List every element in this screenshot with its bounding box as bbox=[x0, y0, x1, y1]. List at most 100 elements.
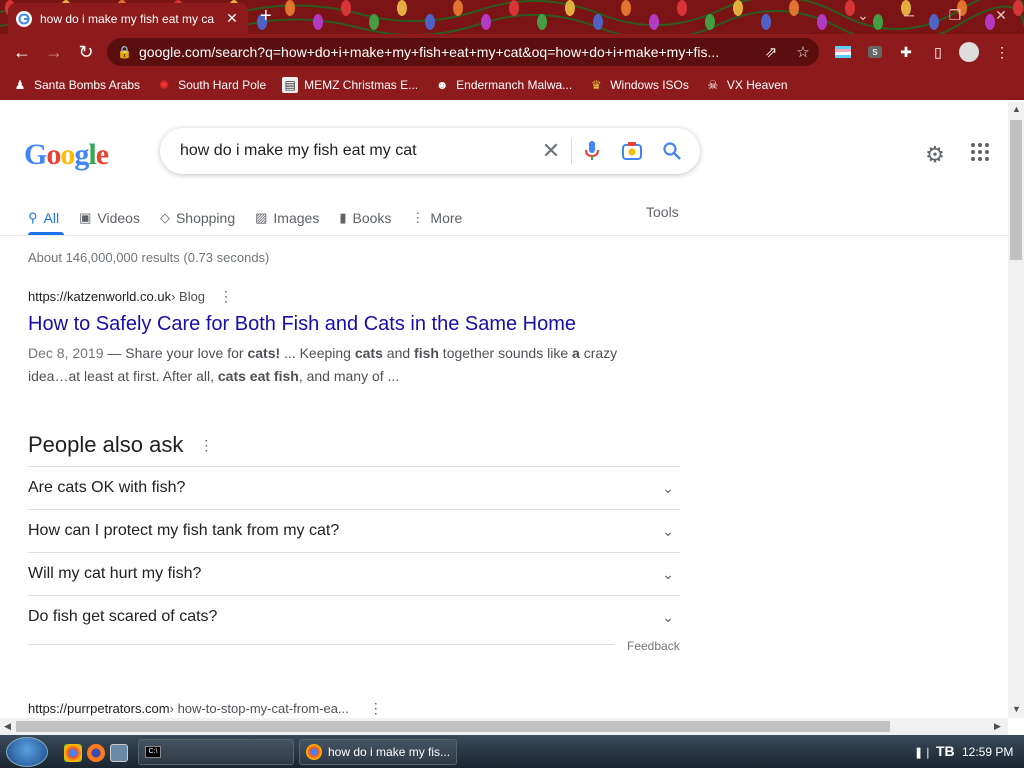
tab-search-icon[interactable]: ⌄ bbox=[840, 0, 886, 30]
bookmark-label: South Hard Pole bbox=[178, 78, 267, 92]
more-options-icon[interactable]: ⋮ bbox=[369, 700, 383, 717]
scroll-right-arrow-icon[interactable]: ▶ bbox=[994, 721, 1001, 732]
result-1-snippet: Dec 8, 2019 — Share your love for cats! … bbox=[28, 345, 618, 384]
address-bar[interactable]: 🔒 google.com/search?q=how+do+i+make+my+f… bbox=[107, 38, 819, 66]
share-icon[interactable]: ⇗ bbox=[755, 43, 787, 61]
reload-icon[interactable]: ↻ bbox=[70, 36, 102, 68]
extension-flag-icon[interactable] bbox=[832, 41, 854, 63]
light-bulb bbox=[509, 0, 519, 16]
paa-question-text: Are cats OK with fish? bbox=[28, 479, 186, 496]
result-2-url[interactable]: https://purrpetrators.com › how-to-stop-… bbox=[28, 700, 383, 717]
light-bulb bbox=[677, 0, 687, 16]
result-1-url[interactable]: https://katzenworld.co.uk › Blog ⋮ bbox=[28, 288, 233, 305]
forward-icon[interactable]: → bbox=[38, 36, 70, 68]
settings-gear-icon[interactable]: ⚙ bbox=[922, 142, 948, 168]
trophy-icon: ♛ bbox=[590, 78, 602, 92]
bookmark-label: Windows ISOs bbox=[610, 78, 689, 92]
apps-grid-icon[interactable] bbox=[970, 142, 992, 164]
extension-s-icon[interactable]: s bbox=[864, 41, 886, 63]
camera-lens-icon[interactable] bbox=[612, 131, 652, 171]
taskbar-cmd-window[interactable]: C:\ bbox=[138, 739, 294, 765]
bookmark-item[interactable]: ♟ Santa Bombs Arabs bbox=[12, 77, 140, 93]
bookmark-item[interactable]: ☻ Endermanch Malwa... bbox=[434, 77, 572, 93]
image-icon: ▨ bbox=[255, 210, 268, 225]
paa-question-text: Will my cat hurt my fish? bbox=[28, 565, 202, 582]
scroll-down-arrow-icon[interactable]: ▼ bbox=[1012, 704, 1021, 714]
search-box[interactable]: how do i make my fish eat my cat ✕ bbox=[160, 128, 700, 174]
scroll-left-arrow-icon[interactable]: ◀ bbox=[4, 721, 11, 732]
paa-question[interactable]: Are cats OK with fish? ⌄ bbox=[28, 466, 680, 509]
paa-question[interactable]: Will my cat hurt my fish? ⌄ bbox=[28, 552, 680, 595]
tab-all[interactable]: ⚲ All bbox=[28, 202, 59, 234]
light-bulb bbox=[649, 14, 659, 30]
chrome-icon[interactable] bbox=[64, 744, 82, 762]
menu-kebab-icon[interactable]: ⋮ bbox=[991, 41, 1013, 63]
taskbar-clock[interactable]: 12:59 PM bbox=[962, 745, 1013, 759]
firefox-icon[interactable] bbox=[87, 744, 105, 762]
file-icon: ▤ bbox=[282, 77, 299, 93]
minimize-button[interactable]: ─ bbox=[886, 0, 932, 30]
tab-more[interactable]: ⋮ More bbox=[411, 202, 462, 234]
tab-label: More bbox=[430, 210, 463, 226]
tools-button[interactable]: Tools bbox=[646, 204, 679, 220]
extensions-puzzle-icon[interactable]: ✚ bbox=[895, 41, 917, 63]
cmd-icon: C:\ bbox=[145, 746, 161, 758]
light-bulb bbox=[621, 0, 631, 16]
restore-button[interactable]: ❐ bbox=[932, 0, 978, 30]
paa-question[interactable]: How can I protect my fish tank from my c… bbox=[28, 509, 680, 552]
chevron-down-icon: ⌄ bbox=[662, 522, 674, 539]
more-options-icon[interactable]: ⋮ bbox=[219, 288, 233, 305]
result-stats: About 146,000,000 results (0.73 seconds) bbox=[28, 250, 270, 265]
light-bulb bbox=[341, 0, 351, 16]
tab-label: Images bbox=[273, 210, 320, 226]
scroll-up-arrow-icon[interactable]: ▲ bbox=[1012, 104, 1021, 114]
search-icon[interactable] bbox=[652, 131, 692, 171]
microphone-icon[interactable] bbox=[572, 131, 612, 171]
bookmark-item[interactable]: ✺ South Hard Pole bbox=[156, 77, 266, 93]
result-breadcrumb: › how-to-stop-my-cat-from-ea... bbox=[169, 701, 349, 716]
chevron-down-icon: ⌄ bbox=[662, 608, 674, 625]
light-bulb bbox=[369, 14, 379, 30]
search-input[interactable]: how do i make my fish eat my cat bbox=[180, 142, 531, 160]
bookmark-label: Santa Bombs Arabs bbox=[34, 78, 141, 92]
light-bulb bbox=[537, 14, 547, 30]
bookmark-item[interactable]: ♛ Windows ISOs bbox=[588, 77, 689, 93]
tab-label: Videos bbox=[97, 210, 140, 226]
scrollbar-thumb[interactable] bbox=[1010, 120, 1022, 260]
tab-videos[interactable]: ▣ Videos bbox=[79, 202, 140, 234]
light-bulb bbox=[705, 14, 715, 30]
paa-question[interactable]: Do fish get scared of cats? ⌄ bbox=[28, 595, 680, 638]
result-breadcrumb: › Blog bbox=[171, 289, 206, 304]
bookmark-item[interactable]: ☠ VX Heaven bbox=[705, 77, 788, 93]
close-window-button[interactable]: ✕ bbox=[978, 0, 1024, 30]
side-panel-icon[interactable]: ▯ bbox=[927, 41, 949, 63]
new-tab-button[interactable]: + bbox=[260, 6, 272, 26]
feedback-link[interactable]: Feedback bbox=[627, 639, 680, 653]
browser-tab-active[interactable]: how do i make my fish eat my ca ✕ bbox=[8, 3, 248, 34]
more-options-icon[interactable]: ⋮ bbox=[199, 437, 213, 454]
light-bulb bbox=[453, 0, 463, 16]
tab-shopping[interactable]: ◇ Shopping bbox=[160, 202, 235, 234]
profile-avatar-icon[interactable] bbox=[958, 41, 980, 63]
paa-question-text: How can I protect my fish tank from my c… bbox=[28, 522, 340, 539]
horizontal-scrollbar[interactable]: ◀ ▶ bbox=[0, 718, 1008, 735]
bookmark-label: Endermanch Malwa... bbox=[456, 78, 573, 92]
computer-icon[interactable] bbox=[110, 744, 128, 762]
bookmark-item[interactable]: ▤ MEMZ Christmas E... bbox=[282, 77, 418, 93]
vertical-scrollbar[interactable]: ▲ ▼ bbox=[1008, 102, 1024, 718]
back-icon[interactable]: ← bbox=[6, 36, 38, 68]
result-1-title[interactable]: How to Safely Care for Both Fish and Cat… bbox=[28, 313, 576, 336]
google-logo[interactable]: Google bbox=[24, 138, 109, 172]
bookmark-star-icon[interactable]: ☆ bbox=[787, 43, 819, 61]
people-also-ask-heading: People also ask ⋮ bbox=[28, 432, 213, 458]
paa-divider bbox=[28, 644, 614, 645]
tray-app-icon[interactable]: TB bbox=[936, 743, 955, 759]
tab-images[interactable]: ▨ Images bbox=[255, 202, 319, 234]
tab-books[interactable]: ▮ Books bbox=[339, 202, 391, 234]
tab-close-icon[interactable]: ✕ bbox=[224, 10, 240, 27]
taskbar-chrome-window[interactable]: how do i make my fis... bbox=[299, 739, 457, 765]
start-button[interactable] bbox=[6, 737, 48, 767]
show-hidden-icons-icon[interactable]: ❚❘ bbox=[914, 746, 932, 759]
scrollbar-thumb[interactable] bbox=[16, 721, 890, 732]
clear-icon[interactable]: ✕ bbox=[531, 131, 571, 171]
